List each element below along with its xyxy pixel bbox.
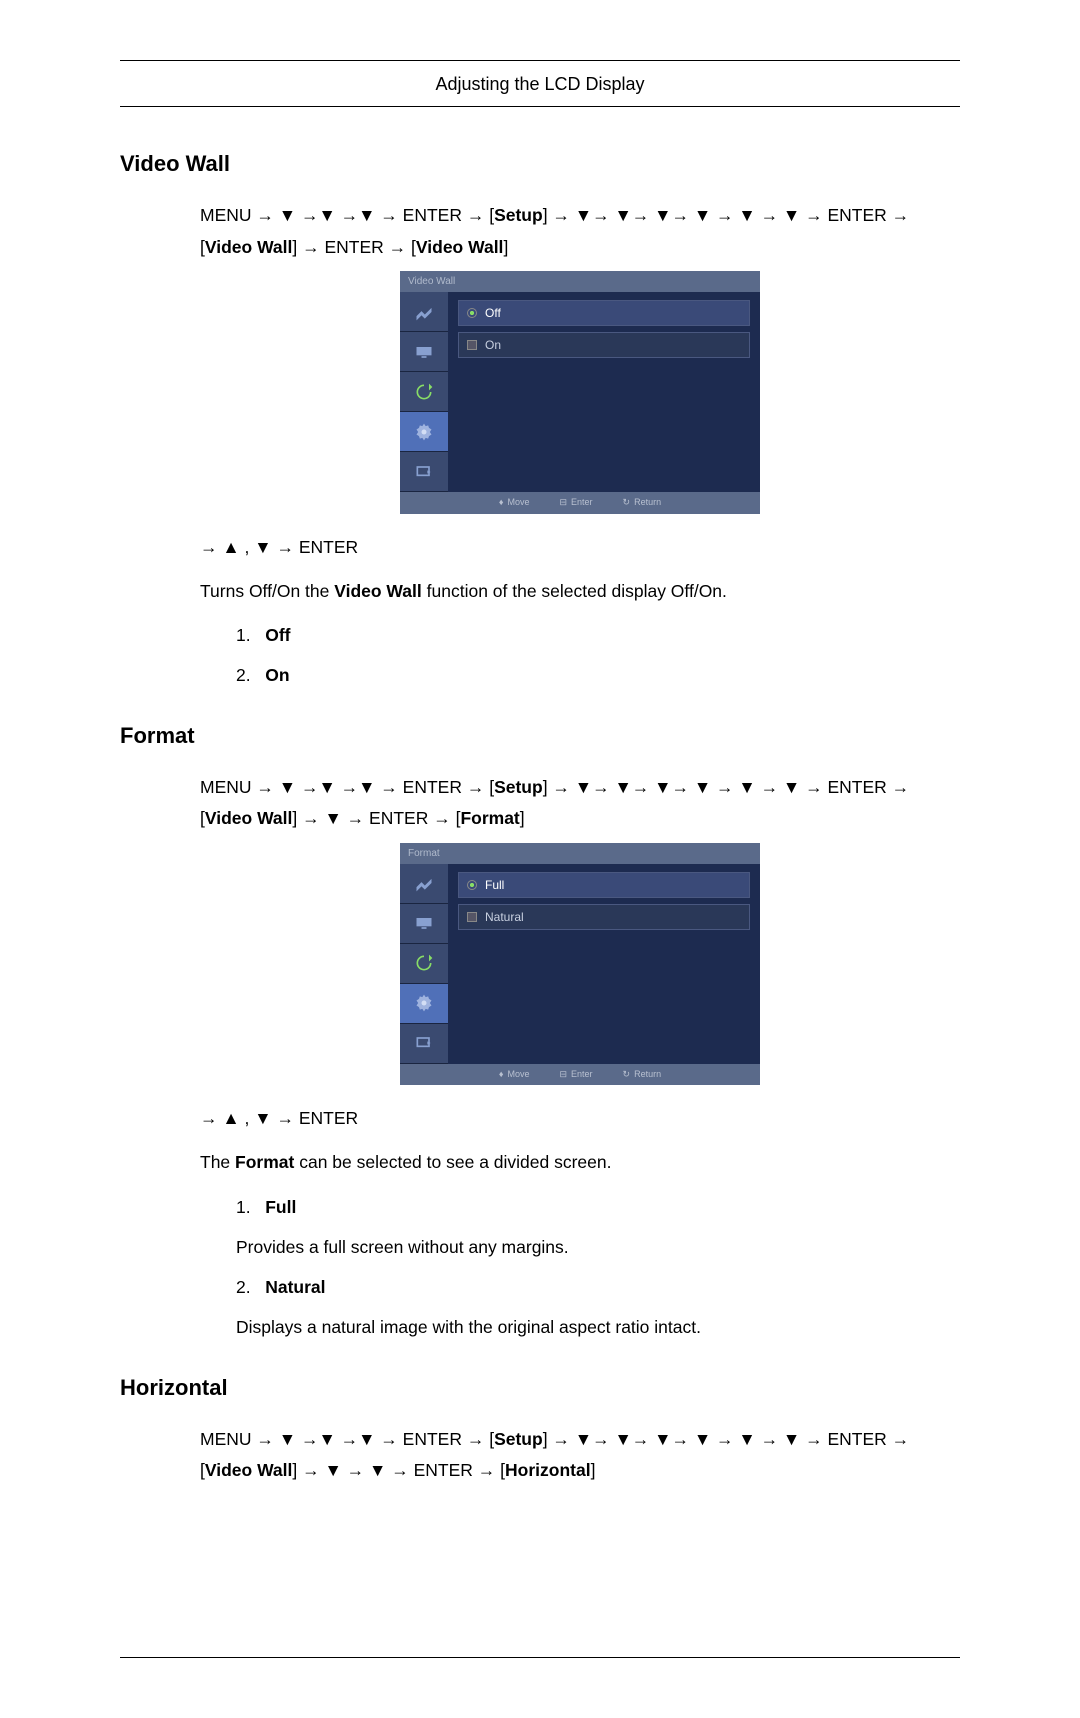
page-header-title: Adjusting the LCD Display (120, 63, 960, 107)
post-nav-format: → ▲ , ▼ → ENTER (200, 1105, 960, 1131)
osd-content: Off On (448, 292, 760, 492)
section-title-format: Format (120, 719, 960, 752)
osd-option-label: Full (485, 876, 504, 894)
nav-menu: MENU (200, 1429, 252, 1449)
list-item-desc: Displays a natural image with the origin… (236, 1314, 960, 1340)
osd-footer: ♦ Move ⊟ Enter ↻ Return (400, 492, 760, 514)
radio-icon (467, 308, 477, 318)
nav-videowall: Video Wall (205, 237, 293, 257)
osd-footer-move: ♦ Move (499, 1068, 530, 1082)
page-bottom-rule (120, 1657, 960, 1658)
osd-menu-format: Format Full Natural ♦ Move ⊟ Enter ↻ Ret… (400, 843, 760, 1086)
osd-option-off[interactable]: Off (458, 300, 750, 326)
description-video-wall: Turns Off/On the Video Wall function of … (200, 578, 960, 604)
osd-icon-display[interactable] (400, 904, 448, 944)
osd-option-label: Off (485, 304, 501, 322)
osd-menu-video-wall: Video Wall Off On ♦ Move ⊟ Enter ↻ Retur… (400, 271, 760, 514)
osd-footer-move: ♦ Move (499, 496, 530, 510)
nav-enter-2: ENTER (827, 1429, 886, 1449)
nav-videowall: Video Wall (205, 1460, 293, 1480)
section-title-horizontal: Horizontal (120, 1371, 960, 1404)
osd-option-natural[interactable]: Natural (458, 904, 750, 930)
list-item: 2. Natural Displays a natural image with… (236, 1274, 960, 1341)
osd-footer-enter: ⊟ Enter (559, 1068, 592, 1082)
osd-option-label: On (485, 336, 501, 354)
nav-setup: Setup (494, 777, 543, 797)
osd-content: Full Natural (448, 864, 760, 1064)
osd-option-on[interactable]: On (458, 332, 750, 358)
nav-enter-3: ENTER (414, 1460, 473, 1480)
section-title-video-wall: Video Wall (120, 147, 960, 180)
osd-icon-refresh[interactable] (400, 944, 448, 984)
osd-icon-refresh[interactable] (400, 372, 448, 412)
checkbox-icon (467, 340, 477, 350)
list-item-desc: Provides a full screen without any margi… (236, 1234, 960, 1260)
osd-option-full[interactable]: Full (458, 872, 750, 898)
list-item: 1. Full Provides a full screen without a… (236, 1194, 960, 1261)
osd-sidebar (400, 292, 448, 492)
nav-path-video-wall: MENU → ▼ →▼ →▼ → ENTER → [Setup] → ▼→ ▼→… (200, 200, 960, 263)
nav-setup: Setup (494, 1429, 543, 1449)
osd-icon-gear[interactable] (400, 984, 448, 1024)
nav-path-format: MENU → ▼ →▼ →▼ → ENTER → [Setup] → ▼→ ▼→… (200, 772, 960, 835)
nav-enter: ENTER (403, 1429, 462, 1449)
nav-enter-3: ENTER (369, 808, 428, 828)
nav-enter: ENTER (403, 777, 462, 797)
osd-title: Video Wall (400, 271, 760, 292)
list-item: 2. On (236, 662, 960, 688)
nav-horizontal: Horizontal (505, 1460, 591, 1480)
nav-menu: MENU (200, 777, 252, 797)
nav-menu: MENU (200, 205, 252, 225)
osd-icon-input[interactable] (400, 452, 448, 492)
osd-icon-gear[interactable] (400, 412, 448, 452)
osd-footer-return: ↻ Return (623, 496, 662, 510)
osd-option-label: Natural (485, 908, 524, 926)
osd-icon-display[interactable] (400, 332, 448, 372)
nav-videowall-2: Video Wall (416, 237, 504, 257)
osd-icon-tools[interactable] (400, 864, 448, 904)
osd-footer-enter: ⊟ Enter (559, 496, 592, 510)
nav-setup: Setup (494, 205, 543, 225)
list-item: 1. Off (236, 622, 960, 648)
description-format: The Format can be selected to see a divi… (200, 1149, 960, 1175)
nav-path-horizontal: MENU → ▼ →▼ →▼ → ENTER → [Setup] → ▼→ ▼→… (200, 1424, 960, 1487)
nav-enter-3: ENTER (325, 237, 384, 257)
osd-title: Format (400, 843, 760, 864)
page-top-rule (120, 60, 960, 61)
osd-icon-input[interactable] (400, 1024, 448, 1064)
osd-footer: ♦ Move ⊟ Enter ↻ Return (400, 1064, 760, 1086)
nav-format: Format (460, 808, 519, 828)
radio-icon (467, 880, 477, 890)
nav-enter-2: ENTER (827, 205, 886, 225)
nav-enter: ENTER (403, 205, 462, 225)
nav-videowall: Video Wall (205, 808, 293, 828)
osd-footer-return: ↻ Return (623, 1068, 662, 1082)
checkbox-icon (467, 912, 477, 922)
osd-icon-tools[interactable] (400, 292, 448, 332)
post-nav-video-wall: → ▲ , ▼ → ENTER (200, 534, 960, 560)
osd-sidebar (400, 864, 448, 1064)
nav-enter-2: ENTER (827, 777, 886, 797)
